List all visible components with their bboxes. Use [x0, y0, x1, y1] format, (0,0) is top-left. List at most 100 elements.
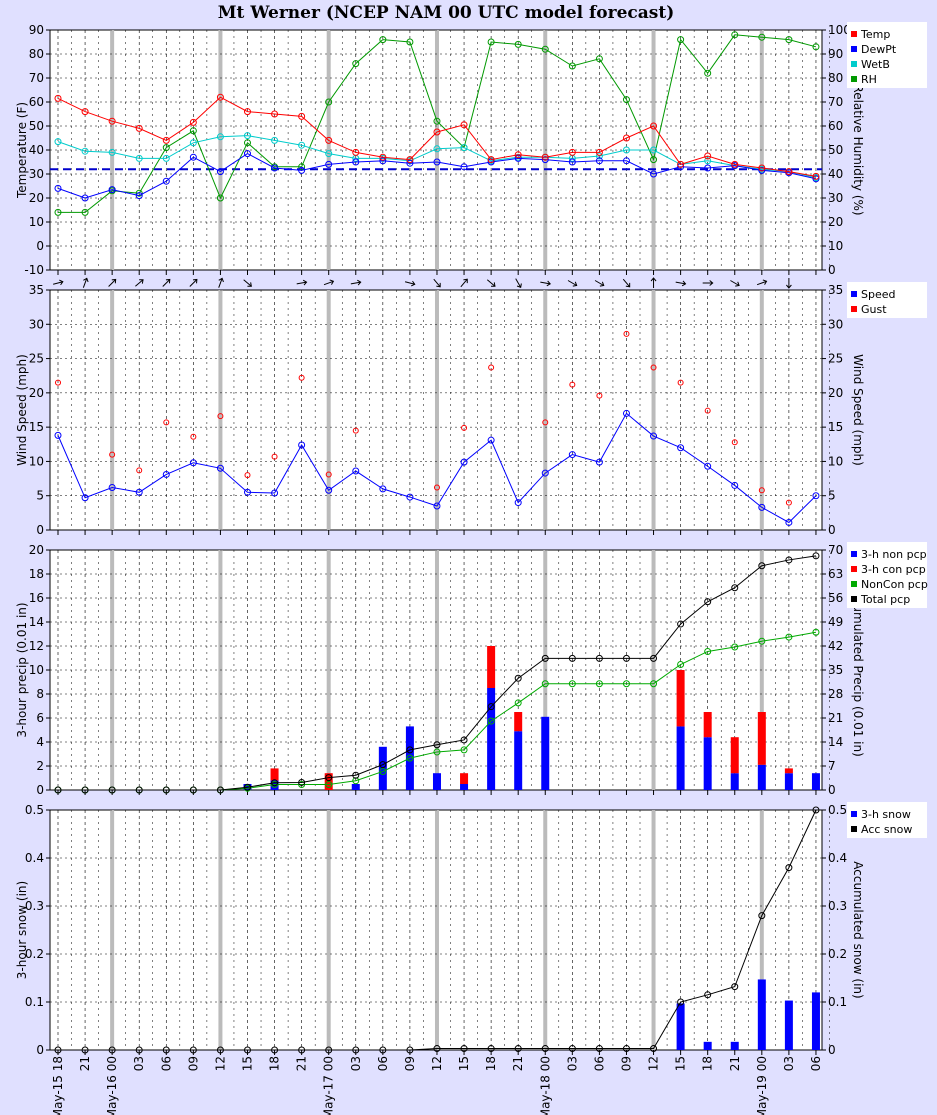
nonconv-precip-bar [351, 784, 360, 790]
y2-tick-label: 7 [828, 759, 836, 773]
y-tick-label: 5 [36, 489, 44, 503]
wind-arrow-shaft [486, 279, 496, 287]
wind-direction-arrow [296, 279, 308, 286]
y-tick-label: 20 [29, 191, 44, 205]
x-tick-label: 06 [809, 1056, 823, 1071]
conv-precip-bar [757, 712, 766, 765]
x-tick-label: 15 [240, 1056, 254, 1071]
legend-label: 3-h non pcp [861, 548, 927, 561]
y2-tick-label: 20 [828, 386, 843, 400]
y2-tick-label: 63 [828, 567, 843, 581]
wind-direction-arrow [433, 278, 441, 288]
wind-direction-arrow [460, 278, 468, 288]
conv-precip-bar [487, 646, 496, 688]
y-tick-label: 0 [36, 783, 44, 797]
legend-swatch [851, 596, 857, 602]
legend-swatch [851, 31, 857, 37]
y2-tick-label: 0 [828, 1043, 836, 1057]
wind-direction-arrow [730, 280, 740, 287]
wind-direction-arrow [53, 279, 64, 286]
y2-tick-label: 25 [828, 352, 843, 366]
x-tick-label: 21 [78, 1056, 92, 1071]
wind-direction-arrow [540, 280, 551, 287]
y2-tick-label: 35 [828, 283, 843, 297]
y-tick-label: 18 [29, 567, 44, 581]
wind-direction-arrow [650, 277, 657, 288]
conv-precip-bar [270, 768, 279, 781]
legend-label: Temp [860, 28, 890, 41]
wind-arrow-shaft [162, 279, 171, 287]
y-tick-label: 2 [36, 759, 44, 773]
panel-snow [46, 809, 830, 1055]
y2-tick-label: 0.5 [828, 803, 847, 817]
y2-tick-label: 0 [828, 783, 836, 797]
x-tick-label: 06 [592, 1056, 606, 1071]
nonconv-precip-bar [784, 773, 793, 790]
y2-tick-label: 0 [828, 263, 836, 277]
snow-bar [730, 1041, 739, 1050]
y-tick-label: 25 [29, 352, 44, 366]
wind-direction-arrow [702, 280, 714, 286]
snow-bar [703, 1041, 712, 1050]
y-tick-label: 10 [29, 215, 44, 229]
nonconv-precip-bar [432, 773, 441, 790]
wind-ylabel: Wind Speed (mph) [15, 354, 29, 466]
x-tick-label: 21 [295, 1056, 309, 1071]
y2-tick-label: 49 [828, 615, 843, 629]
snow-bar [757, 979, 766, 1050]
y-tick-label: 8 [36, 687, 44, 701]
y2-tick-label: 21 [828, 711, 843, 725]
wind-direction-arrow [515, 278, 522, 289]
wind-direction-arrow [162, 278, 171, 287]
y2-tick-label: 0.3 [828, 899, 847, 913]
y-tick-label: 80 [29, 47, 44, 61]
precip-y2label: Accumulated Precip (0.01 in) [851, 583, 865, 757]
x-tick-label: 15 [457, 1056, 471, 1071]
y2-tick-label: 80 [828, 71, 843, 85]
conv-precip-bar [730, 737, 739, 774]
y-tick-label: 15 [29, 420, 44, 434]
legend-label: DewPt [861, 43, 897, 56]
legend-label: Acc snow [861, 823, 912, 836]
y-tick-label: 0 [36, 1043, 44, 1057]
wind-direction-arrow [594, 280, 605, 287]
wind-direction-arrow [323, 279, 335, 286]
conv-precip-bar [703, 712, 712, 738]
wind-direction-arrow [189, 278, 198, 287]
x-tick-label: 12 [647, 1056, 661, 1071]
y-tick-label: -10 [24, 263, 44, 277]
y-tick-label: 4 [36, 735, 44, 749]
y2-tick-label: 42 [828, 639, 843, 653]
y-tick-label: 0 [36, 239, 44, 253]
conv-precip-bar [514, 712, 523, 732]
wind-arrow-shaft [189, 279, 198, 287]
snow-bar [811, 992, 820, 1050]
wind-arrow-shaft [460, 278, 468, 288]
wind-direction-arrow [135, 279, 144, 287]
y2-tick-label: 70 [828, 95, 843, 109]
x-tick-label: 09 [186, 1056, 200, 1071]
x-tick-label: 21 [728, 1056, 742, 1071]
y-tick-label: 20 [29, 386, 44, 400]
y-tick-label: 0.5 [25, 803, 44, 817]
x-tick-label: 12 [213, 1056, 227, 1071]
y2-tick-label: 15 [828, 420, 843, 434]
precip-ylabel: 3-hour precip (0.01 in) [15, 602, 29, 737]
nonconv-precip-bar [757, 764, 766, 790]
temperature-ylabel: Temperature (F) [15, 102, 29, 199]
y2-tick-label: 35 [828, 663, 843, 677]
nonconv-precip-bar [811, 773, 820, 790]
legend-swatch [851, 306, 857, 312]
x-tick-label: May-19 00 [755, 1056, 769, 1115]
wind-direction-arrow [786, 278, 792, 289]
legend-swatch [851, 581, 857, 587]
x-tick-label: 09 [619, 1056, 633, 1071]
legend-swatch [851, 76, 857, 82]
x-tick-label: 18 [701, 1056, 715, 1071]
y-tick-label: 60 [29, 95, 44, 109]
x-tick-label: May-17 00 [322, 1056, 336, 1115]
x-tick-label: 03 [782, 1056, 796, 1071]
x-tick-label: 06 [159, 1056, 173, 1071]
x-tick-label: 09 [403, 1056, 417, 1071]
x-tick-label: 03 [132, 1056, 146, 1071]
